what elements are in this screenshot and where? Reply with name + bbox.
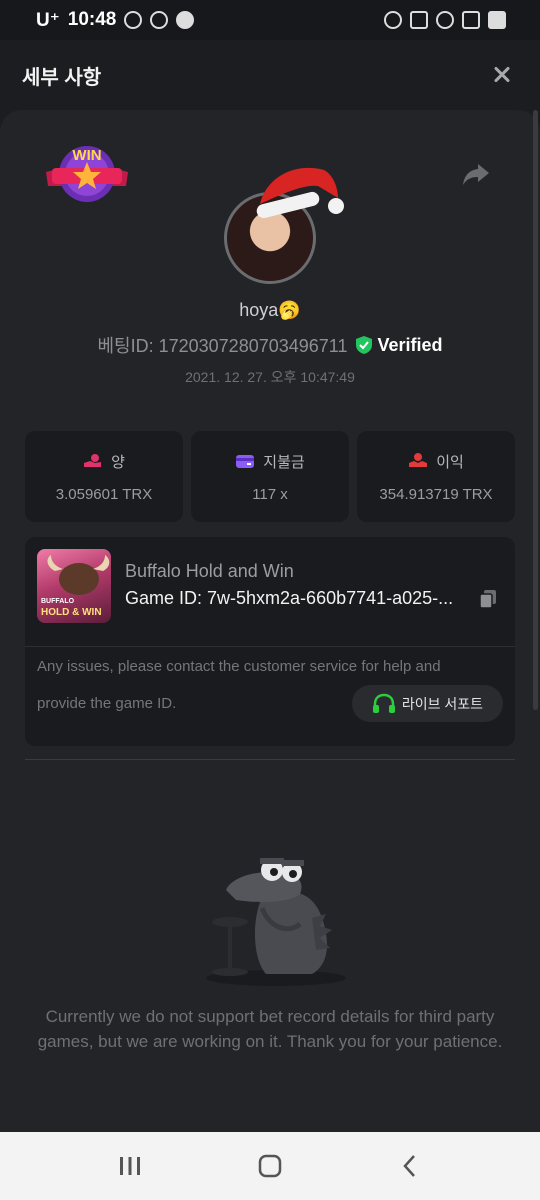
username: hoya🥱 xyxy=(239,300,301,320)
status-bar: U⁺ 10:48 xyxy=(0,0,540,40)
share-icon[interactable] xyxy=(462,162,490,186)
stat-amount: 양 3.059601 TRX xyxy=(25,431,183,522)
live-support-button[interactable]: 라이브 서포트 xyxy=(351,685,503,722)
win-badge-text: WIN xyxy=(72,147,101,164)
system-nav-bar xyxy=(0,1132,540,1200)
help-text-line2: provide the game ID. xyxy=(37,695,177,712)
shield-check-icon xyxy=(356,336,373,354)
section-divider xyxy=(25,759,515,760)
crocodile-mascot-icon xyxy=(206,858,346,986)
card-divider xyxy=(25,646,515,647)
bet-timestamp: 2021. 12. 27. 오후 10:47:49 xyxy=(185,369,355,385)
help-text-line1: Any issues, please contact the customer … xyxy=(37,658,441,675)
game-id-row: Game ID: 7w-5hxm2a-660b7741-a025-... xyxy=(125,588,497,609)
back-button[interactable] xyxy=(390,1146,430,1186)
coin-hand-icon xyxy=(84,454,102,467)
page-title: 세부 사항 xyxy=(22,66,102,89)
verified-label: Verified xyxy=(377,334,443,355)
details-panel: WIN hoya🥱 베팅ID: 1720307280703496711 Veri… xyxy=(0,110,540,1132)
scrollbar[interactable] xyxy=(533,110,538,710)
live-support-label: 라이브 서포트 xyxy=(401,695,483,712)
bet-id-row: 베팅ID: 1720307280703496711 Verified xyxy=(0,332,540,358)
battery-icon xyxy=(488,11,506,29)
status-time: 10:48 xyxy=(67,9,117,30)
game-thumbnail[interactable]: BUFFALO HOLD & WIN xyxy=(37,549,111,623)
carrier-label: U⁺ xyxy=(36,9,60,31)
stat-profit-label: 이익 xyxy=(436,453,464,471)
game-thumb-subtitle: HOLD & WIN xyxy=(41,607,102,618)
game-card: BUFFALO HOLD & WIN Buffalo Hold and Win … xyxy=(25,537,515,746)
stats-row: 양 3.059601 TRX 지불금 117 x 이익 354.913719 T… xyxy=(25,431,515,522)
lock-app-icon xyxy=(176,11,195,29)
notification-icon xyxy=(124,11,143,29)
headset-icon xyxy=(372,693,395,713)
close-button[interactable] xyxy=(490,63,514,87)
stat-profit: 이익 354.913719 TRX xyxy=(357,431,515,522)
wallet-icon xyxy=(236,455,255,468)
stat-payout: 지불금 117 x xyxy=(191,431,349,522)
santa-hat-icon xyxy=(256,167,344,219)
profit-hand-icon xyxy=(409,453,428,467)
alarm-icon xyxy=(384,11,402,29)
bet-id: 베팅ID: 1720307280703496711 xyxy=(97,336,348,356)
signal-icon xyxy=(462,11,480,29)
recent-apps-icon xyxy=(120,1157,140,1175)
win-badge-icon: WIN xyxy=(46,146,128,202)
back-icon xyxy=(403,1155,415,1177)
modal-header: 세부 사항 xyxy=(0,40,540,110)
game-thumb-title: BUFFALO xyxy=(41,598,75,605)
game-name: Buffalo Hold and Win xyxy=(125,561,294,581)
home-icon xyxy=(258,1154,282,1178)
empty-state-message: Currently we do not support bet record d… xyxy=(37,1007,503,1051)
stat-payout-label: 지불금 xyxy=(263,453,305,471)
game-id: Game ID: 7w-5hxm2a-660b7741-a025-... xyxy=(125,588,454,608)
recent-apps-button[interactable] xyxy=(110,1146,150,1186)
wifi-icon xyxy=(436,11,454,29)
stat-payout-value: 117 x xyxy=(252,485,288,503)
stat-amount-value: 3.059601 TRX xyxy=(55,485,153,503)
stat-amount-label: 양 xyxy=(111,453,125,471)
mute-icon xyxy=(410,11,428,29)
copy-icon[interactable] xyxy=(479,589,497,609)
app-icon xyxy=(150,11,169,29)
verified-badge: Verified xyxy=(355,334,443,356)
stat-profit-value: 354.913719 TRX xyxy=(379,485,493,503)
home-button[interactable] xyxy=(250,1146,290,1186)
